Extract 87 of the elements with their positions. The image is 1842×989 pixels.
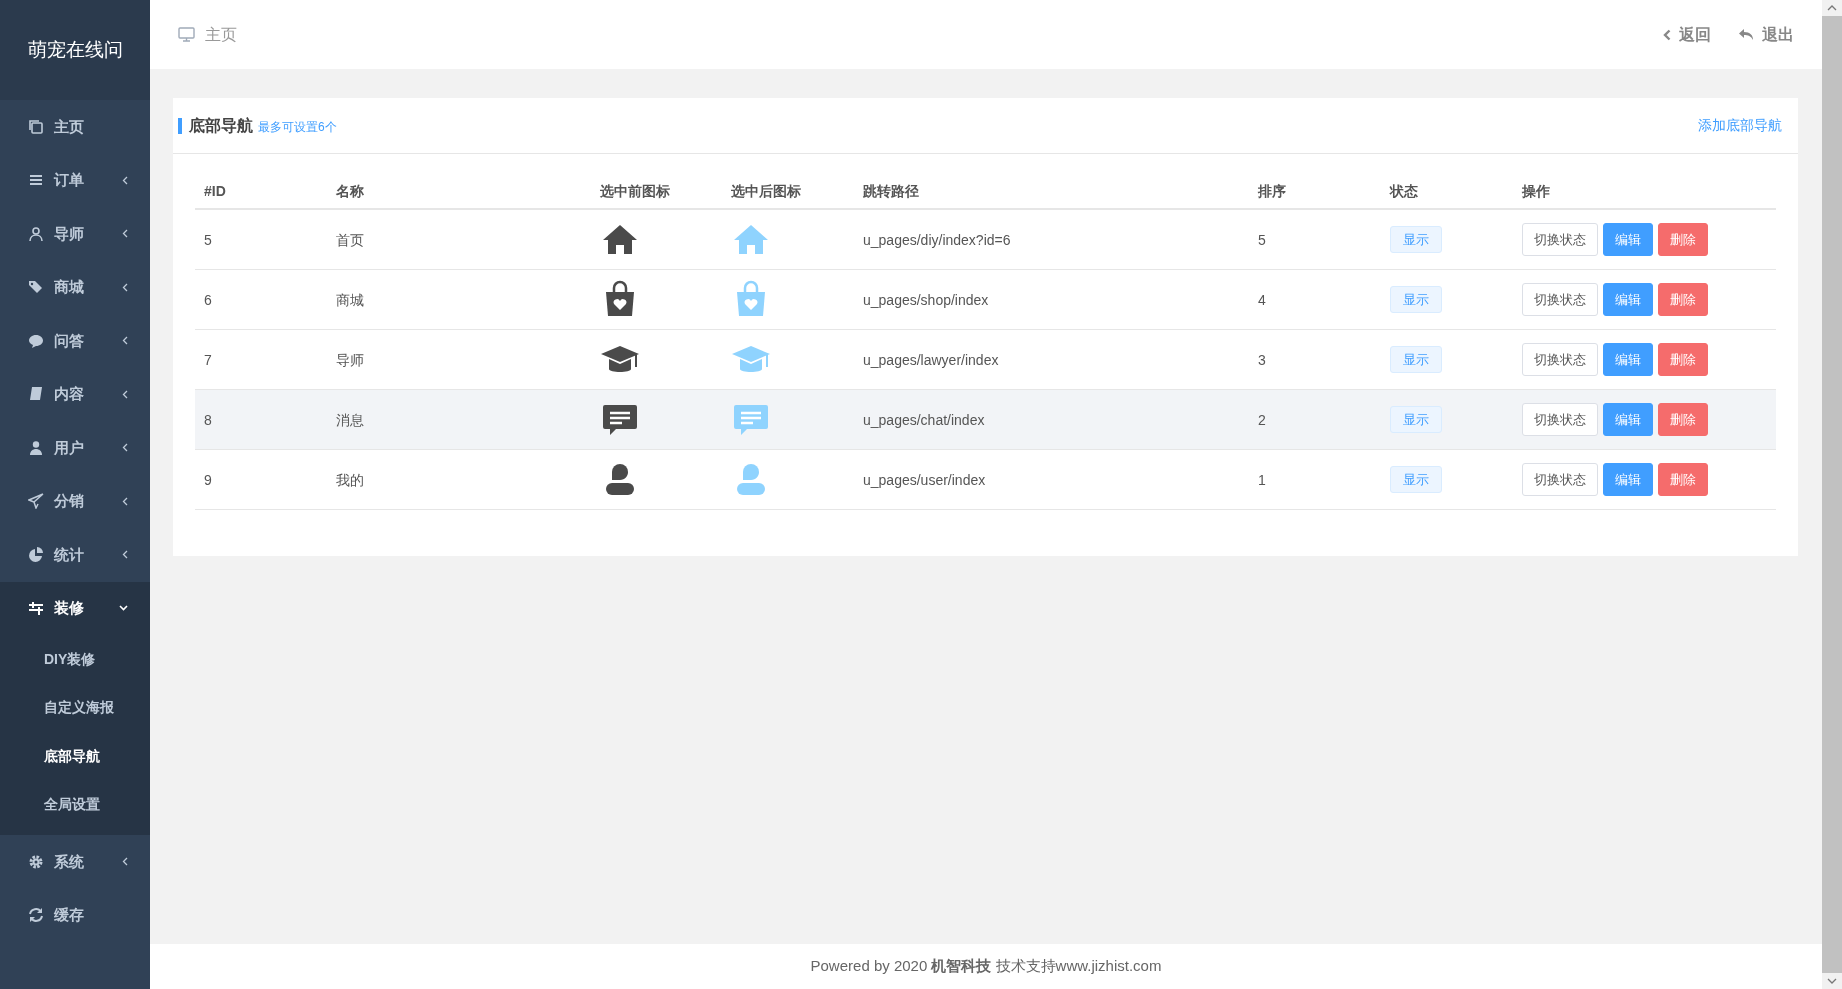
sidebar-item[interactable]: 缓存: [0, 888, 150, 942]
chevron-down-icon: [119, 605, 128, 612]
footer-text: Powered by 2020 机智科技 技术支持www.jizhist.com: [810, 956, 1162, 977]
status-tag: 显示: [1390, 285, 1442, 314]
column-header: 状态: [1390, 183, 1418, 199]
submenu-item[interactable]: 底部导航: [0, 732, 150, 781]
id-cell: 9: [204, 471, 212, 488]
sidebar-item[interactable]: 系统: [0, 835, 150, 889]
submenu-item[interactable]: 自定义海报: [0, 683, 150, 732]
sidebar-item[interactable]: 内容: [0, 367, 150, 421]
name-cell: 我的: [336, 471, 364, 488]
settings-icon: [28, 853, 44, 870]
book-icon: [28, 386, 44, 403]
status-tag: 显示: [1390, 225, 1442, 254]
column-header: #ID: [204, 183, 226, 199]
toggle-status-button[interactable]: 切换状态: [1522, 463, 1598, 496]
column-header: 操作: [1522, 183, 1550, 199]
column-header: 跳转路径: [863, 183, 919, 199]
status-tag: 显示: [1390, 465, 1442, 494]
chevron-left-icon: [122, 175, 128, 185]
reply-arrow-icon: [1738, 28, 1754, 41]
id-cell: 7: [204, 351, 212, 368]
sidebar-item[interactable]: 商城: [0, 260, 150, 314]
sort-cell: 1: [1258, 471, 1266, 488]
sliders-icon: [28, 600, 44, 617]
sidebar-item[interactable]: 统计: [0, 528, 150, 582]
path-cell: u_pages/chat/index: [863, 411, 985, 428]
status-tag: 显示: [1390, 405, 1442, 434]
sort-cell: 3: [1258, 351, 1266, 368]
sort-cell: 4: [1258, 291, 1266, 308]
scroll-down-icon[interactable]: [1827, 978, 1837, 984]
id-cell: 5: [204, 231, 212, 248]
chevron-left-icon: [122, 443, 128, 453]
id-cell: 8: [204, 411, 212, 428]
person-icon: [28, 439, 44, 456]
accent-bar: [178, 117, 182, 134]
monitor-icon: [178, 27, 195, 42]
card-title: 底部导航: [189, 115, 253, 136]
sidebar-item[interactable]: 主页: [0, 100, 150, 154]
tag-icon: [28, 279, 44, 296]
sort-cell: 2: [1258, 411, 1266, 428]
name-cell: 首页: [336, 231, 364, 248]
scroll-up-icon[interactable]: [1827, 5, 1837, 11]
chevron-left-icon: [122, 550, 128, 560]
hint-text: 最多可设置6个: [258, 118, 338, 136]
toggle-status-button[interactable]: 切换状态: [1522, 223, 1598, 256]
chevron-left-icon: [122, 282, 128, 292]
path-cell: u_pages/lawyer/index: [863, 351, 999, 368]
copy-icon: [28, 118, 44, 135]
column-header: 选中后图标: [731, 183, 801, 199]
status-tag: 显示: [1390, 345, 1442, 374]
id-cell: 6: [204, 291, 212, 308]
submenu-item[interactable]: DIY装修: [0, 635, 150, 684]
toggle-status-button[interactable]: 切换状态: [1522, 343, 1598, 376]
paper-plane-icon: [28, 493, 44, 510]
chevron-left-icon: [122, 336, 128, 346]
path-cell: u_pages/shop/index: [863, 291, 989, 308]
chevron-left-icon: [122, 496, 128, 506]
logo-text: 萌宠在线问: [27, 37, 123, 62]
sidebar-item[interactable]: 问答: [0, 314, 150, 368]
path-cell: u_pages/diy/index?id=6: [863, 231, 1011, 248]
submenu-item[interactable]: 全局设置: [0, 780, 150, 829]
logout-link[interactable]: 退出: [1738, 22, 1794, 47]
speech-bubble-icon: [28, 332, 44, 349]
sidebar-item[interactable]: 分销: [0, 474, 150, 528]
toggle-status-button[interactable]: 切换状态: [1522, 403, 1598, 436]
chevron-left-icon: [122, 389, 128, 399]
sort-cell: 5: [1258, 231, 1266, 248]
user-icon: [28, 225, 44, 242]
sidebar-item[interactable]: 导师: [0, 207, 150, 261]
column-header: 选中前图标: [600, 183, 670, 199]
name-cell: 消息: [336, 411, 364, 428]
chevron-left-icon: [122, 857, 128, 867]
column-header: 名称: [336, 183, 364, 199]
column-header: 排序: [1258, 183, 1286, 199]
sidebar-item[interactable]: 装修: [0, 581, 150, 635]
name-cell: 导师: [336, 351, 364, 368]
refresh-icon: [28, 907, 44, 924]
chevron-left-icon: [1663, 28, 1671, 41]
pie-chart-icon: [28, 546, 44, 563]
name-cell: 商城: [336, 291, 364, 308]
path-cell: u_pages/user/index: [863, 471, 986, 488]
toggle-status-button[interactable]: 切换状态: [1522, 283, 1598, 316]
back-link[interactable]: 返回: [1663, 22, 1711, 47]
sidebar-item[interactable]: 订单: [0, 153, 150, 207]
chevron-left-icon: [122, 229, 128, 239]
sidebar-item[interactable]: 用户: [0, 421, 150, 475]
